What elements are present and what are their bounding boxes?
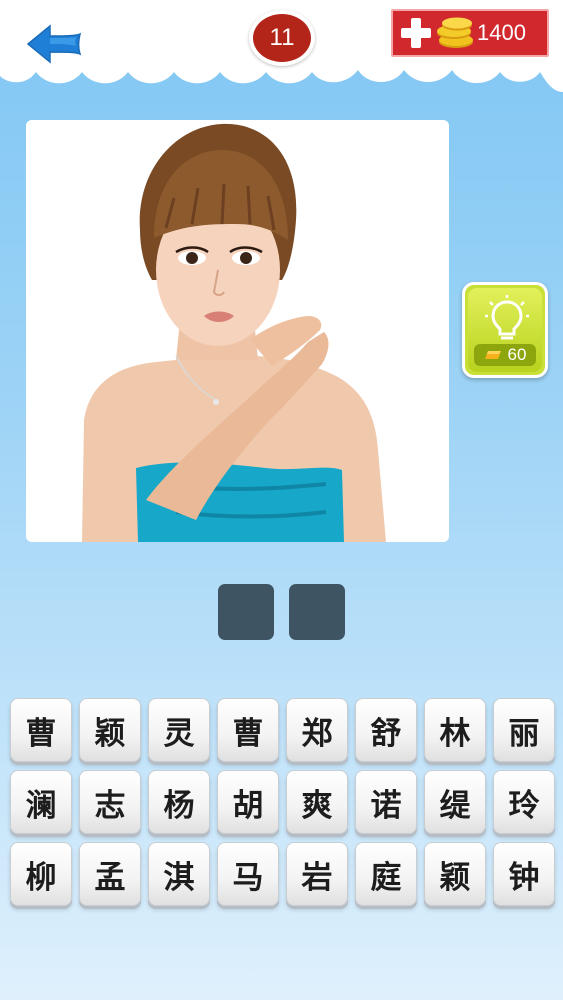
letter-key[interactable]: 灵 xyxy=(148,698,210,762)
coins-button[interactable]: 1400 xyxy=(391,9,549,57)
letter-key[interactable]: 孟 xyxy=(79,842,141,906)
letter-key[interactable]: 柳 xyxy=(10,842,72,906)
answer-slot-1[interactable] xyxy=(218,584,274,640)
plus-icon xyxy=(399,16,433,50)
letter-key[interactable]: 马 xyxy=(217,842,279,906)
level-badge: 11 xyxy=(249,10,315,66)
letter-key[interactable]: 淇 xyxy=(148,842,210,906)
hint-button[interactable]: 60 xyxy=(462,282,548,378)
letter-key[interactable]: 澜 xyxy=(10,770,72,834)
letter-key[interactable]: 钟 xyxy=(493,842,555,906)
letter-key[interactable]: 玲 xyxy=(493,770,555,834)
letter-key[interactable]: 林 xyxy=(424,698,486,762)
coin-count: 1400 xyxy=(477,20,526,45)
letter-key[interactable]: 颖 xyxy=(79,698,141,762)
gold-icon xyxy=(484,351,501,359)
coin-stack-icon xyxy=(437,17,473,48)
puzzle-photo-frame xyxy=(26,120,449,542)
letter-key[interactable]: 杨 xyxy=(148,770,210,834)
hint-panel: 60 xyxy=(468,288,542,372)
letter-key[interactable]: 曹 xyxy=(217,698,279,762)
letter-key[interactable]: 郑 xyxy=(286,698,348,762)
letter-key[interactable]: 庭 xyxy=(355,842,417,906)
lightbulb-icon xyxy=(485,295,529,340)
letter-key[interactable]: 爽 xyxy=(286,770,348,834)
arrow-left-icon xyxy=(26,24,82,64)
letter-key[interactable]: 舒 xyxy=(355,698,417,762)
letter-key[interactable]: 岩 xyxy=(286,842,348,906)
hint-cost: 60 xyxy=(507,345,527,364)
character-keyboard: 曹 颖 灵 曹 郑 舒 林 丽 澜 志 杨 胡 爽 诺 缇 玲 柳 孟 淇 马 … xyxy=(10,698,555,908)
letter-key[interactable]: 缇 xyxy=(424,770,486,834)
portrait-photo xyxy=(26,120,449,542)
letter-key[interactable]: 曹 xyxy=(10,698,72,762)
letter-key[interactable]: 颖 xyxy=(424,842,486,906)
letter-key[interactable]: 胡 xyxy=(217,770,279,834)
hint-cost-bar: 60 xyxy=(474,344,536,366)
letter-key[interactable]: 丽 xyxy=(493,698,555,762)
answer-slot-2[interactable] xyxy=(289,584,345,640)
level-number: 11 xyxy=(269,24,295,51)
letter-key[interactable]: 志 xyxy=(79,770,141,834)
letter-key[interactable]: 诺 xyxy=(355,770,417,834)
back-button[interactable] xyxy=(22,20,86,68)
